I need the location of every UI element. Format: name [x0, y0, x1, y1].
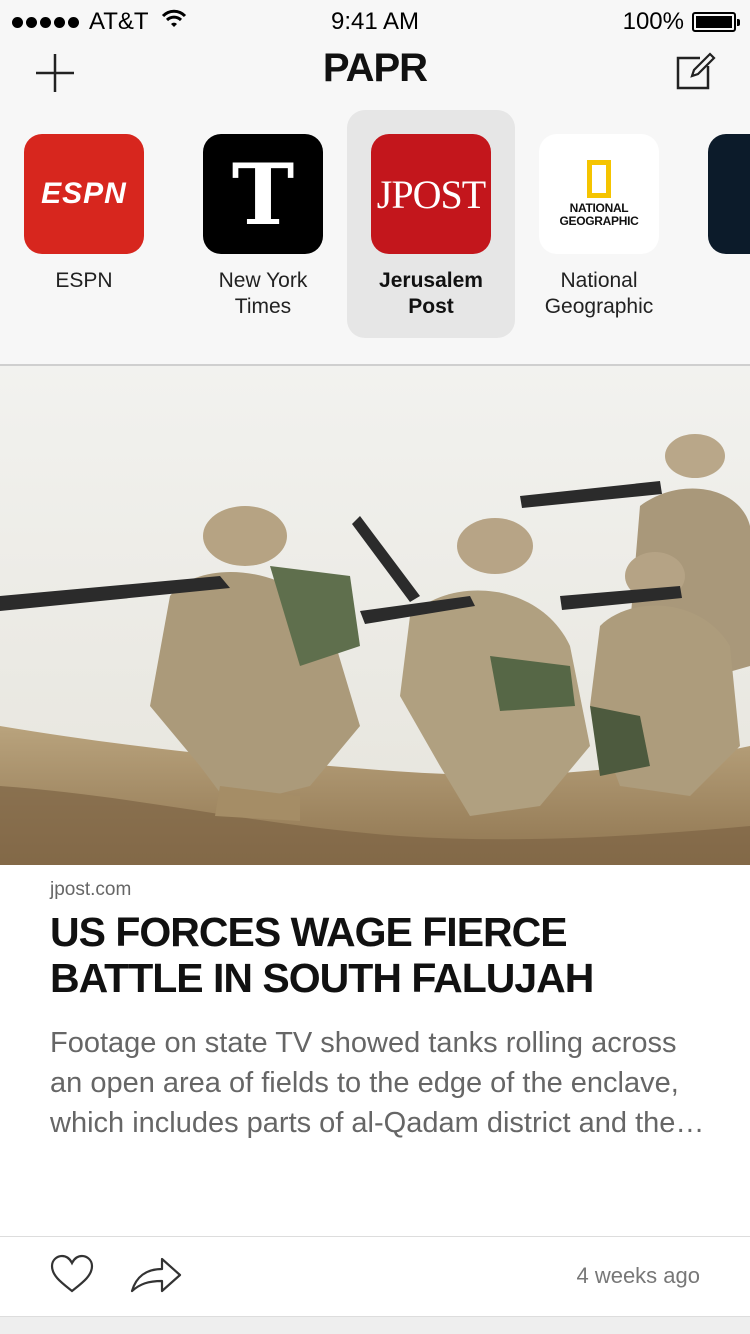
- share-arrow-icon: [130, 1257, 182, 1293]
- source-label-text: Jerusalem Post: [379, 269, 483, 318]
- article-meta: jpost.com US FORCES WAGE FIERCE BATTLE I…: [50, 879, 710, 1143]
- article-image[interactable]: [0, 366, 750, 865]
- article-timestamp: 4 weeks ago: [576, 1263, 700, 1288]
- espn-logo-text: ESPN: [41, 177, 127, 210]
- compose-icon: [676, 52, 716, 90]
- source-label: National Geographic: [515, 268, 683, 320]
- nyt-logo: T: [203, 134, 323, 254]
- jpost-logo: JPOST: [371, 134, 491, 254]
- source-item-jpost[interactable]: JPOST Jerusalem Post: [347, 110, 515, 338]
- natgeo-frame-icon: [587, 160, 611, 198]
- source-item-espn[interactable]: ESPN ESPN: [0, 110, 168, 338]
- source-label: ESPN: [55, 269, 113, 292]
- source-label: Jerusalem Post: [347, 268, 515, 320]
- like-button[interactable]: [48, 1251, 96, 1299]
- nyt-logo-text: T: [231, 144, 295, 244]
- source-item-partial[interactable]: [684, 110, 750, 338]
- source-label: New York Times: [179, 268, 347, 320]
- article-source[interactable]: jpost.com: [50, 879, 710, 901]
- article-actions: 4 weeks ago: [0, 1236, 750, 1316]
- share-button[interactable]: [128, 1251, 184, 1299]
- nav-bar: PAPR: [0, 40, 750, 104]
- natgeo-logo-text: NATIONAL GEOGRAPHIC: [559, 201, 639, 228]
- battery-icon: [692, 12, 740, 32]
- heart-icon: [50, 1254, 94, 1293]
- battery-percent: 100%: [622, 8, 684, 35]
- app-title: PAPR: [322, 46, 428, 90]
- soldiers-photo: [0, 366, 750, 865]
- source-carousel[interactable]: ESPN ESPN T New York Times JPOST Jerusal…: [0, 110, 750, 350]
- partial-source-logo: [708, 134, 750, 254]
- compose-button[interactable]: [670, 46, 720, 96]
- article-excerpt: Footage on state TV showed tanks rolling…: [50, 1027, 705, 1139]
- status-right: 100%: [622, 8, 740, 36]
- battery-fill: [696, 16, 732, 28]
- article-title[interactable]: US FORCES WAGE FIERCE BATTLE IN SOUTH FA…: [50, 909, 710, 1001]
- espn-logo: ESPN: [24, 134, 144, 254]
- source-label-text: National Geographic: [544, 269, 654, 318]
- source-item-nyt[interactable]: T New York Times: [179, 110, 347, 338]
- source-label-text: New York Times: [218, 269, 308, 318]
- source-item-natgeo[interactable]: NATIONAL GEOGRAPHIC National Geographic: [515, 110, 683, 338]
- jpost-logo-text: JPOST: [376, 171, 486, 217]
- status-bar: AT&T 9:41 AM 100%: [0, 0, 750, 40]
- next-card-edge: [0, 1316, 750, 1334]
- natgeo-logo: NATIONAL GEOGRAPHIC: [539, 134, 659, 254]
- article-card[interactable]: jpost.com US FORCES WAGE FIERCE BATTLE I…: [0, 366, 750, 1236]
